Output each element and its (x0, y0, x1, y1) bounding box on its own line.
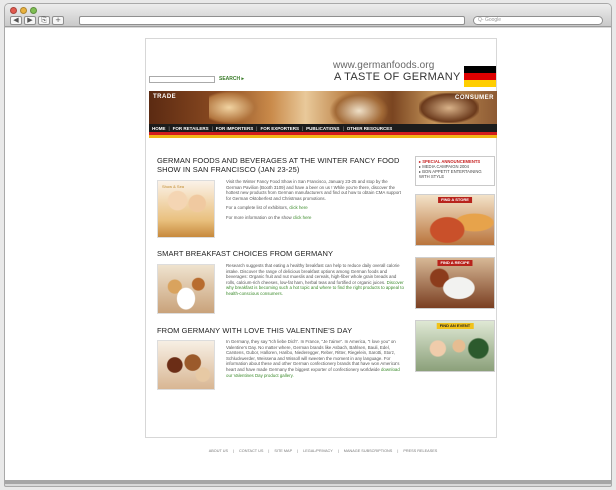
browser-nav-buttons: ◀ ▶ ⎘ + (10, 16, 64, 25)
consumer-label[interactable]: CONSUMER (455, 95, 494, 101)
footer-contact-us[interactable]: CONTACT US (239, 449, 263, 453)
nav-for-exporters[interactable]: FOR EXPORTERS (260, 126, 299, 131)
nav-separator: | (342, 125, 344, 131)
minimize-window-button[interactable] (20, 7, 27, 14)
flag-stripe-red (464, 73, 496, 80)
nav-other-resources[interactable]: OTHER RESOURCES (347, 126, 393, 131)
special-announcements-box: ▸ SPECIAL ANNOUNCEMENTS ▸ MEDIA CAMPAIGN… (415, 156, 495, 186)
close-window-button[interactable] (10, 7, 17, 14)
share-button[interactable]: ⎘ (38, 16, 50, 25)
article-paragraph: Visit the Winter Fancy Food Show in San … (226, 179, 401, 201)
forward-button[interactable]: ▶ (24, 16, 36, 25)
article-image-fancy-food[interactable]: Show & Sea (157, 180, 215, 238)
browser-titlebar: ◀ ▶ ⎘ + Q- Google (5, 4, 611, 27)
site-search-input[interactable] (149, 76, 215, 83)
nav-for-retailers[interactable]: FOR RETAILERS (173, 126, 209, 131)
nav-separator: | (256, 125, 258, 131)
article-body-fancy-food: Visit the Winter Fancy Food Show in San … (226, 179, 404, 221)
nav-separator: | (301, 125, 304, 131)
article-image-breakfast[interactable] (157, 264, 215, 314)
back-button[interactable]: ◀ (10, 16, 22, 25)
browser-search-field[interactable]: Q- Google (473, 16, 603, 25)
find-event-promo[interactable]: FIND AN EVENT (415, 320, 495, 372)
show-info-text: For more information on the show (226, 214, 293, 220)
site-tagline: A TASTE OF GERMANY (334, 71, 461, 83)
article-title-valentine[interactable]: FROM GERMANY WITH LOVE THIS VALENTINE'S … (157, 326, 352, 335)
window-controls (10, 7, 37, 14)
exhibitors-text: For a complete list of exhibitors, (226, 205, 290, 211)
zoom-window-button[interactable] (30, 7, 37, 14)
nav-separator: | (211, 125, 213, 131)
valentine-text: In Germany, they say "Ich liebe Dich". I… (226, 339, 400, 372)
address-bar[interactable] (79, 16, 465, 25)
find-recipe-label[interactable]: FIND A RECIPE (437, 260, 473, 266)
main-nav: HOME | FOR RETAILERS | FOR IMPORTERS | FOR … (149, 124, 497, 132)
footer-press-releases[interactable]: PRESS RELEASES (403, 449, 437, 453)
footer-legal-privacy[interactable]: LEGAL/PRIVACY (303, 449, 333, 453)
article-title-breakfast[interactable]: SMART BREAKFAST CHOICES FROM GERMANY (157, 249, 333, 258)
nav-for-importers[interactable]: FOR IMPORTERS (216, 126, 254, 131)
find-recipe-promo[interactable]: FIND A RECIPE (415, 257, 495, 309)
add-bookmark-button[interactable]: + (52, 16, 64, 25)
footer-separator: | (337, 449, 339, 453)
article-title-fancy-food[interactable]: GERMAN FOODS AND BEVERAGES AT THE WINTER… (157, 156, 403, 174)
browser-window: ◀ ▶ ⎘ + Q- Google SEARCH ▸ www.germanfoo… (4, 3, 612, 487)
find-store-label[interactable]: FIND A STORE (438, 197, 472, 203)
header-stripe-gold (149, 135, 497, 138)
horizontal-scrollbar[interactable] (5, 480, 611, 484)
article-paragraph-exhibitors: For a complete list of exhibitors, click… (226, 205, 404, 211)
banner-photo-1 (209, 91, 259, 124)
find-store-promo[interactable]: FIND A STORE (415, 194, 495, 246)
trade-label[interactable]: TRADE (153, 94, 176, 100)
footer-links: ABOUT US | CONTACT US | SITE MAP | LEGAL… (149, 449, 497, 453)
footer-separator: | (397, 449, 399, 453)
exhibitors-link[interactable]: click here (289, 205, 308, 210)
article-body-valentine: In Germany, they say "Ich liebe Dich". I… (226, 339, 404, 378)
breakfast-text: Research suggests that eating a healthy … (226, 263, 400, 285)
show-info-link[interactable]: click here (293, 215, 312, 220)
footer-separator: | (233, 449, 235, 453)
footer-site-map[interactable]: SITE MAP (274, 449, 292, 453)
footer-separator: | (297, 449, 299, 453)
announcement-item[interactable]: ▸ BON APPETIT ENTERTAINING WITH STYLE (419, 169, 491, 179)
nav-separator: | (168, 125, 170, 131)
image-caption: Show & Sea (162, 184, 185, 189)
site-url-logo[interactable]: www.germanfoods.org (333, 60, 434, 71)
nav-home[interactable]: HOME (152, 126, 166, 131)
flag-stripe-gold (464, 80, 496, 87)
footer-manage-subscriptions[interactable]: MANAGE SUBSCRIPTIONS (344, 449, 393, 453)
footer-separator: | (268, 449, 270, 453)
article-image-valentine[interactable] (157, 340, 215, 390)
banner-photo-2 (329, 91, 389, 124)
find-event-label[interactable]: FIND AN EVENT (436, 323, 474, 329)
article-body-breakfast: Research suggests that eating a healthy … (226, 263, 404, 297)
site-search-button[interactable]: SEARCH ▸ (219, 76, 244, 82)
nav-publications[interactable]: PUBLICATIONS (306, 126, 339, 131)
header-banner: TRADE CONSUMER (149, 91, 497, 124)
footer-about-us[interactable]: ABOUT US (209, 449, 228, 453)
flag-stripe-black (464, 66, 496, 73)
german-flag-icon (464, 66, 496, 87)
article-paragraph-show-info: For more information on the show click h… (226, 215, 404, 221)
